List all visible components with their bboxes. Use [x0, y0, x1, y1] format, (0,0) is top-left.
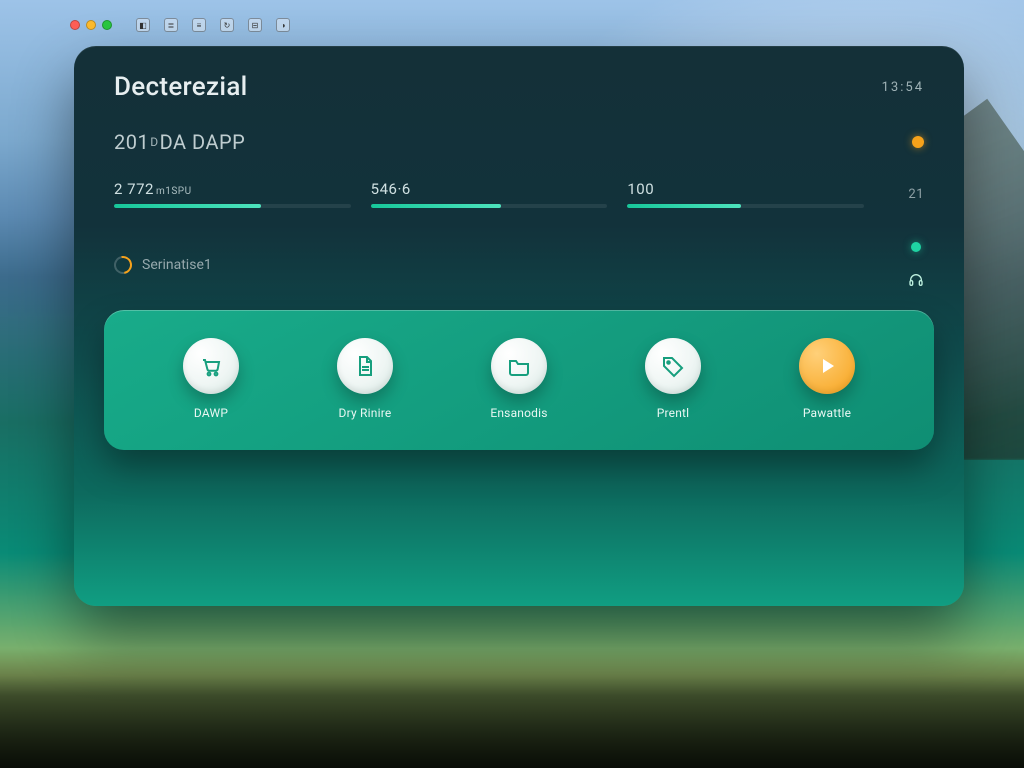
menubar-icon-1[interactable]: ◧	[136, 18, 150, 32]
status-dot-teal	[911, 242, 921, 252]
headset-icon[interactable]	[908, 272, 924, 288]
stat-3[interactable]: 100	[627, 180, 864, 208]
stat-1-value: 2 772	[114, 180, 154, 198]
action-dry[interactable]: Dry Rinire	[288, 338, 442, 420]
menubar-icon-2[interactable]: ≣	[164, 18, 178, 32]
os-menubar: ◧ ≣ ≡ ↻ ⊟ ◑	[70, 14, 290, 36]
window-header: Decterezial 13:54	[74, 46, 964, 108]
traffic-zoom[interactable]	[102, 20, 112, 30]
subtitle-pre: 201	[114, 130, 149, 154]
stat-4-value: 21	[884, 187, 924, 208]
action-prent[interactable]: Prentl	[596, 338, 750, 420]
action-prent-label: Prentl	[657, 406, 690, 420]
action-dock: DAWP Dry Rinire Ensanodis Prentl	[104, 310, 934, 450]
window-traffic-lights	[70, 20, 112, 30]
subtitle-post: DA DAPP	[160, 130, 246, 154]
stat-1-unit: m1SPU	[156, 186, 192, 197]
stat-2-value: 546·6	[371, 180, 411, 198]
action-pawatte-label: Pawattle	[803, 406, 851, 420]
document-icon	[337, 338, 393, 394]
stat-4: 21	[884, 187, 924, 208]
play-icon	[799, 338, 855, 394]
app-title: Decterezial	[114, 72, 248, 102]
action-dawp-label: DAWP	[194, 406, 228, 420]
stat-2-bar	[371, 204, 608, 208]
section-label-group[interactable]: Serinatise1	[114, 256, 212, 274]
action-ensamble[interactable]: Ensanodis	[442, 338, 596, 420]
traffic-minimize[interactable]	[86, 20, 96, 30]
header-clock: 13:54	[882, 80, 924, 95]
tag-icon	[645, 338, 701, 394]
stat-1[interactable]: 2 772m1SPU	[114, 180, 351, 208]
section-label: Serinatise1	[142, 257, 212, 273]
traffic-close[interactable]	[70, 20, 80, 30]
status-dot-orange	[912, 136, 924, 148]
action-dock-wrap: DAWP Dry Rinire Ensanodis Prentl	[74, 288, 964, 450]
side-indicator-group	[908, 242, 924, 288]
stats-row: 2 772m1SPU 546·6 100 21	[74, 154, 964, 208]
action-dawp[interactable]: DAWP	[134, 338, 288, 420]
action-pawatte[interactable]: Pawattle	[750, 338, 904, 420]
cart-icon	[183, 338, 239, 394]
menubar-icon-5[interactable]: ⊟	[248, 18, 262, 32]
menubar-icon-6[interactable]: ◑	[276, 18, 290, 32]
stat-3-value: 100	[627, 180, 654, 198]
refresh-icon	[110, 252, 135, 277]
action-ensamble-label: Ensanodis	[490, 406, 547, 420]
stat-3-bar	[627, 204, 864, 208]
subtitle: 201DDA DAPP	[114, 130, 245, 154]
stat-2[interactable]: 546·6	[371, 180, 608, 208]
subheader-row: 201DDA DAPP	[74, 108, 964, 154]
action-dry-label: Dry Rinire	[339, 406, 392, 420]
menubar-icon-4[interactable]: ↻	[220, 18, 234, 32]
menubar-icon-3[interactable]: ≡	[192, 18, 206, 32]
subtitle-small: D	[150, 135, 158, 149]
section-row: Serinatise1	[74, 208, 964, 288]
stat-1-bar	[114, 204, 351, 208]
app-window: Decterezial 13:54 201DDA DAPP 2 772m1SPU…	[74, 46, 964, 606]
laptop-keyboard-edge	[0, 648, 1024, 768]
folder-icon	[491, 338, 547, 394]
